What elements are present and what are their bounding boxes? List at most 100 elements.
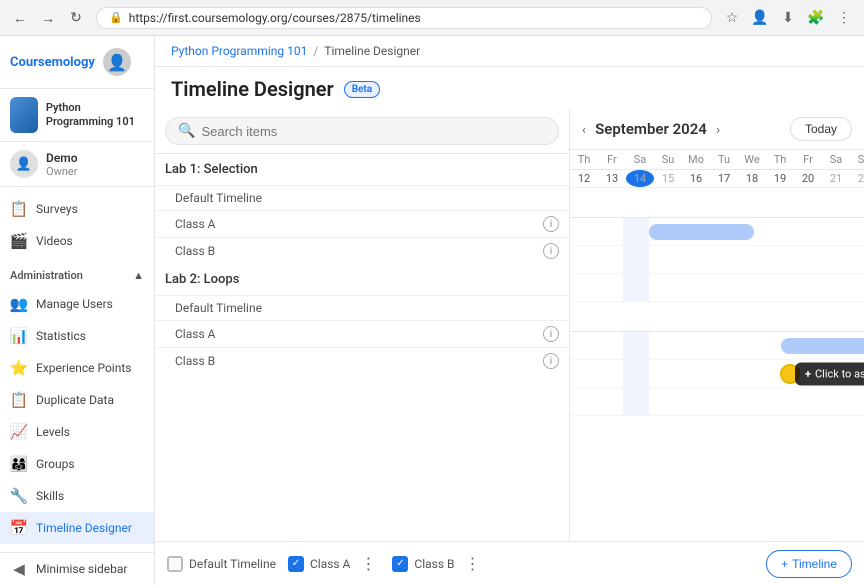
add-timeline-button[interactable]: + Timeline bbox=[766, 550, 852, 578]
user-avatar: 👤 bbox=[10, 150, 38, 178]
lab-1-class-b-info[interactable]: i bbox=[543, 243, 559, 259]
back-button[interactable]: ← bbox=[8, 6, 32, 30]
lab-1-class-a-label: Class A bbox=[175, 217, 543, 231]
gantt-data-row[interactable] bbox=[570, 274, 864, 302]
lab-2-class-b-row: Class B i bbox=[155, 347, 569, 374]
refresh-button[interactable]: ↻ bbox=[64, 6, 88, 30]
timeline-designer-label: Timeline Designer bbox=[36, 521, 132, 535]
prev-month-button[interactable]: ‹ bbox=[582, 123, 586, 138]
lab-1-class-b-label: Class B bbox=[175, 244, 543, 258]
user-name: Demo bbox=[46, 151, 78, 165]
lab-2-class-b-label: Class B bbox=[175, 354, 543, 368]
gantt-data-row[interactable] bbox=[570, 388, 864, 416]
next-month-button[interactable]: › bbox=[716, 123, 720, 138]
lab-1-class-a-info[interactable]: i bbox=[543, 216, 559, 232]
timeline-designer-icon: 📅 bbox=[10, 519, 28, 537]
brand-logo: Coursemology bbox=[10, 55, 95, 70]
extension-button[interactable]: 🧩 bbox=[804, 6, 828, 30]
class-a-checkbox[interactable]: ✓ bbox=[288, 556, 304, 572]
gantt-data-row[interactable] bbox=[570, 332, 864, 360]
surveys-icon: 📋 bbox=[10, 200, 28, 218]
gantt-bar[interactable] bbox=[781, 338, 864, 354]
sidebar-item-manage-users[interactable]: 👥 Manage Users bbox=[0, 288, 154, 320]
menu-button[interactable]: ⋮ bbox=[832, 6, 856, 30]
download-button[interactable]: ⬇ bbox=[776, 6, 800, 30]
lab-1-default-label: Default Timeline bbox=[175, 191, 559, 205]
sidebar-item-levels[interactable]: 📈 Levels bbox=[0, 416, 154, 448]
bookmark-button[interactable]: ☆ bbox=[720, 6, 744, 30]
calendar-month-year: ‹ September 2024 › bbox=[582, 120, 720, 138]
cal-header-8: Fr bbox=[794, 150, 822, 169]
class-b-check-icon: ✓ bbox=[396, 558, 404, 569]
url-text: https://first.coursemology.org/courses/2… bbox=[129, 11, 699, 25]
breadcrumb-course[interactable]: Python Programming 101 bbox=[171, 44, 307, 58]
class-b-dots-button[interactable]: ⋮ bbox=[461, 552, 485, 576]
account-button[interactable]: 👤 bbox=[748, 6, 772, 30]
gantt-data-row[interactable] bbox=[570, 218, 864, 246]
cal-date-21: 21 bbox=[822, 170, 850, 187]
cal-date-18: 18 bbox=[738, 170, 766, 187]
gantt-data-row[interactable]: +Click to assign a time here bbox=[570, 360, 864, 388]
sidebar-bottom: ◀ Minimise sidebar bbox=[0, 552, 154, 585]
sidebar-item-groups[interactable]: 👨‍👩‍👧 Groups bbox=[0, 448, 154, 480]
experience-points-label: Experience Points bbox=[36, 361, 131, 375]
search-icon: 🔍 bbox=[178, 123, 195, 139]
sidebar-item-duplicate-data[interactable]: 📋 Duplicate Data bbox=[0, 384, 154, 416]
browser-chrome: ← → ↻ 🔒 https://first.coursemology.org/c… bbox=[0, 0, 864, 36]
experience-points-icon: ⭐ bbox=[10, 359, 28, 377]
levels-label: Levels bbox=[36, 425, 70, 439]
cal-date-13: 13 bbox=[598, 170, 626, 187]
lab-1-class-a-row: Class A i bbox=[155, 210, 569, 237]
left-panel: 🔍 Lab 1: Selection Default Timeline bbox=[155, 109, 570, 541]
class-a-dots-button[interactable]: ⋮ bbox=[356, 552, 380, 576]
lab-2-class-a-info[interactable]: i bbox=[543, 326, 559, 342]
class-a-filter-label: Class A bbox=[310, 557, 350, 571]
sidebar-item-skills[interactable]: 🔧 Skills bbox=[0, 480, 154, 512]
user-avatar-icon: 👤 bbox=[16, 157, 32, 172]
gantt-bar[interactable] bbox=[649, 224, 754, 240]
gantt-lab-header bbox=[570, 302, 864, 332]
statistics-label: Statistics bbox=[36, 329, 86, 343]
search-input-wrap[interactable]: 🔍 bbox=[165, 117, 559, 145]
bottom-bar: Default Timeline ✓ Class A ⋮ ✓ Class B ⋮… bbox=[155, 541, 864, 585]
sidebar-item-experience-points[interactable]: ⭐ Experience Points bbox=[0, 352, 154, 384]
cal-date-15: 15 bbox=[654, 170, 682, 187]
forward-button[interactable]: → bbox=[36, 6, 60, 30]
admin-label: Administration bbox=[10, 269, 83, 282]
calendar-nav: ‹ September 2024 › Today bbox=[570, 109, 864, 150]
cal-header-4: Mo bbox=[682, 150, 710, 169]
class-b-checkbox[interactable]: ✓ bbox=[392, 556, 408, 572]
skills-label: Skills bbox=[36, 489, 64, 503]
cal-header-1: Fr bbox=[598, 150, 626, 169]
sidebar-item-surveys[interactable]: 📋 Surveys bbox=[0, 193, 154, 225]
statistics-icon: 📊 bbox=[10, 327, 28, 345]
gantt-lab-header bbox=[570, 188, 864, 218]
lab-2-class-b-info[interactable]: i bbox=[543, 353, 559, 369]
admin-header[interactable]: Administration ▲ bbox=[0, 263, 154, 288]
sidebar-item-statistics[interactable]: 📊 Statistics bbox=[0, 320, 154, 352]
user-info: Demo Owner bbox=[46, 151, 78, 178]
minimise-sidebar-button[interactable]: ◀ Minimise sidebar bbox=[0, 553, 154, 585]
sidebar: Coursemology 👤 Python Programming 101 👤 … bbox=[0, 36, 155, 585]
calendar-scroll[interactable]: ThFrSaSuMoTuWeThFrSaSuMoTuWeThFrSaSuMo 1… bbox=[570, 150, 864, 541]
calendar-header-row: ThFrSaSuMoTuWeThFrSaSuMoTuWeThFrSaSuMo bbox=[570, 150, 864, 170]
user-item: 👤 Demo Owner bbox=[0, 142, 154, 187]
sidebar-item-videos[interactable]: 🎬 Videos bbox=[0, 225, 154, 257]
lab-section-1: Lab 1: Selection Default Timeline Class … bbox=[155, 154, 569, 264]
course-item[interactable]: Python Programming 101 bbox=[0, 89, 154, 142]
default-timeline-checkbox[interactable] bbox=[167, 556, 183, 572]
gantt-data-row[interactable] bbox=[570, 246, 864, 274]
address-bar[interactable]: 🔒 https://first.coursemology.org/courses… bbox=[96, 7, 712, 29]
manage-users-icon: 👥 bbox=[10, 295, 28, 313]
cal-date-19: 19 bbox=[766, 170, 794, 187]
gantt-body: +Click to assign a time here bbox=[570, 188, 864, 416]
lab-1-default-timeline-row: Default Timeline bbox=[155, 185, 569, 210]
manage-users-label: Manage Users bbox=[36, 297, 113, 311]
user-avatar-top[interactable]: 👤 bbox=[103, 48, 131, 76]
today-button[interactable]: Today bbox=[790, 117, 852, 141]
videos-icon: 🎬 bbox=[10, 232, 28, 250]
search-input[interactable] bbox=[201, 124, 546, 139]
cal-date-16: 16 bbox=[682, 170, 710, 187]
sidebar-item-timeline-designer[interactable]: 📅 Timeline Designer bbox=[0, 512, 154, 544]
class-a-filter: ✓ Class A ⋮ bbox=[288, 552, 380, 576]
